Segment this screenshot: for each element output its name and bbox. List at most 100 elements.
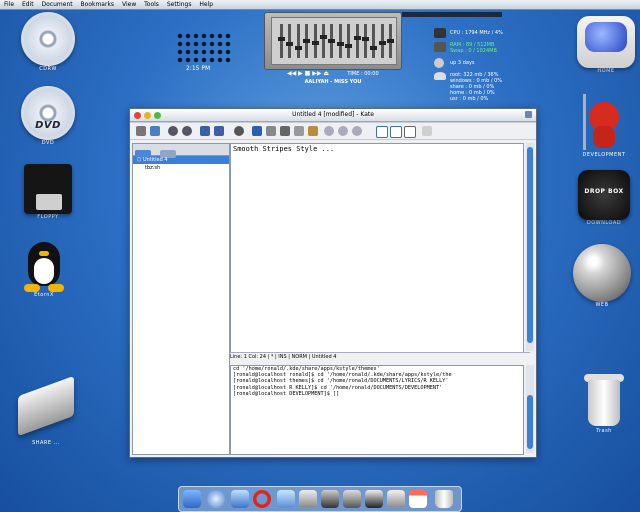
eq-slider-knob[interactable] (328, 39, 336, 43)
eq-slider[interactable] (303, 24, 311, 58)
finder-icon[interactable] (183, 490, 201, 508)
desktop-label: WEB (595, 302, 609, 308)
eq-slider[interactable] (378, 24, 386, 58)
kate-window[interactable]: Untitled 4 [modified] - Kate ⬡ Untitled … (129, 108, 537, 458)
ical-icon[interactable] (409, 490, 427, 508)
eq-slider-knob[interactable] (345, 44, 353, 49)
eq-slider-knob[interactable] (278, 37, 285, 42)
eq-slider-knob[interactable] (303, 39, 311, 43)
cut-icon[interactable] (280, 126, 290, 136)
desktop-icon-home[interactable]: HOME (574, 16, 638, 74)
mail-icon[interactable] (299, 490, 317, 508)
back-icon[interactable] (168, 126, 178, 136)
eq-slider-knob[interactable] (311, 40, 319, 45)
undo-icon[interactable] (252, 126, 262, 136)
eq-slider[interactable] (362, 24, 369, 58)
open-icon[interactable] (150, 126, 160, 136)
editor-scrollbar[interactable] (526, 143, 534, 351)
eq-slider-knob[interactable] (387, 39, 395, 43)
eq-slider[interactable] (370, 24, 378, 58)
redo-icon[interactable] (266, 126, 276, 136)
eq-slider[interactable] (320, 24, 327, 58)
window-title: Untitled 4 [modified] - Kate (292, 111, 374, 118)
minimize-button[interactable] (144, 112, 151, 119)
menu-tools[interactable]: Tools (144, 1, 159, 8)
desktop-icon-floppy[interactable]: FLOPPY (16, 164, 80, 220)
desktop-icon-etornx[interactable]: EtornX (12, 240, 76, 298)
eq-slider[interactable] (328, 24, 336, 58)
menu-document[interactable]: Document (42, 1, 73, 8)
eq-slider[interactable] (311, 24, 319, 58)
iphoto-icon[interactable] (343, 490, 361, 508)
desktop-icon-development[interactable]: DEVELOPMENT (572, 92, 636, 158)
save-icon[interactable] (200, 126, 210, 136)
close-view-icon[interactable] (404, 126, 416, 138)
new-icon[interactable] (136, 126, 146, 136)
disk-icon (434, 72, 446, 80)
scrollbar-thumb[interactable] (527, 147, 533, 343)
menu-settings[interactable]: Settings (167, 1, 192, 8)
desktop-label: HOME (597, 68, 615, 74)
file-list-item[interactable]: ⬡ Untitled 4 (133, 156, 229, 164)
maximize-button[interactable] (154, 112, 161, 119)
menu-edit[interactable]: Edit (22, 1, 34, 8)
menu-view[interactable]: View (122, 1, 136, 8)
desktop-icon-dvd[interactable]: DVD DVD (16, 86, 80, 146)
print-icon[interactable] (422, 126, 432, 136)
trash-dock-icon[interactable] (435, 490, 453, 508)
menu-help[interactable]: Help (199, 1, 213, 8)
scrollbar-thumb[interactable] (527, 395, 533, 449)
eq-slider[interactable] (286, 24, 294, 58)
split-horizontal-icon[interactable] (390, 126, 402, 138)
find-icon[interactable] (324, 126, 334, 136)
itunes-icon[interactable] (277, 490, 295, 508)
eq-slider[interactable] (294, 24, 302, 58)
save-as-icon[interactable] (214, 126, 224, 136)
terminal-scrollbar[interactable] (526, 365, 534, 453)
file-list-item[interactable]: tbz.sh (133, 164, 229, 172)
eq-slider-knob[interactable] (286, 42, 294, 47)
copy-icon[interactable] (294, 126, 304, 136)
floppy-icon (24, 164, 72, 214)
eq-slider-knob[interactable] (320, 34, 327, 39)
imovie-icon[interactable] (321, 490, 339, 508)
eq-slider-knob[interactable] (294, 45, 302, 50)
eq-slider[interactable] (353, 24, 361, 58)
terminal-panel[interactable]: cd '/home/ronald/.kde/share/apps/kstyle/… (230, 365, 524, 455)
eq-slider-knob[interactable] (362, 37, 369, 42)
zoom-in-icon[interactable] (338, 126, 348, 136)
editor-area[interactable]: Smooth Stripes Style ... (230, 143, 524, 353)
opera-icon[interactable] (253, 490, 271, 508)
desktop-icon-web[interactable]: WEB (570, 244, 634, 308)
eq-slider-knob[interactable] (378, 40, 386, 45)
uptime-readout: up 3 days (450, 60, 475, 66)
preview-icon[interactable] (231, 490, 249, 508)
desktop-icon-share[interactable]: SHARE ... (14, 375, 78, 446)
eq-slider[interactable] (336, 24, 344, 58)
desktop-icon-cdrw[interactable]: CDRW (16, 12, 80, 72)
terminal-icon[interactable] (365, 490, 383, 508)
eq-slider[interactable] (278, 24, 285, 58)
help-icon[interactable] (525, 111, 532, 118)
safari-icon[interactable] (207, 490, 225, 508)
menu-file[interactable]: File (4, 1, 14, 8)
forward-icon[interactable] (182, 126, 192, 136)
close-doc-icon[interactable] (234, 126, 244, 136)
paste-icon[interactable] (308, 126, 318, 136)
eq-slider[interactable] (345, 24, 353, 58)
window-titlebar[interactable]: Untitled 4 [modified] - Kate (130, 109, 536, 122)
global-menubar: File Edit Document Bookmarks View Tools … (0, 0, 640, 10)
eq-slider[interactable] (387, 24, 395, 58)
media-player[interactable]: ◀◀ ▶ ■ ▶▶ ⏏ TIME : 00:00 AALIYAH - MISS … (264, 12, 402, 85)
zoom-out-icon[interactable] (352, 126, 362, 136)
desktop-icon-trash[interactable]: Trash (572, 372, 636, 434)
keyboard-icon[interactable] (387, 490, 405, 508)
eq-slider-knob[interactable] (336, 42, 344, 47)
desktop-label: DVD (41, 140, 55, 146)
close-button[interactable] (134, 112, 141, 119)
desktop-icon-download[interactable]: DROP BOX DOWNLOAD (572, 170, 636, 226)
menu-bookmarks[interactable]: Bookmarks (81, 1, 115, 8)
eq-slider-knob[interactable] (370, 45, 378, 50)
eq-slider-knob[interactable] (353, 35, 361, 40)
split-vertical-icon[interactable] (376, 126, 388, 138)
